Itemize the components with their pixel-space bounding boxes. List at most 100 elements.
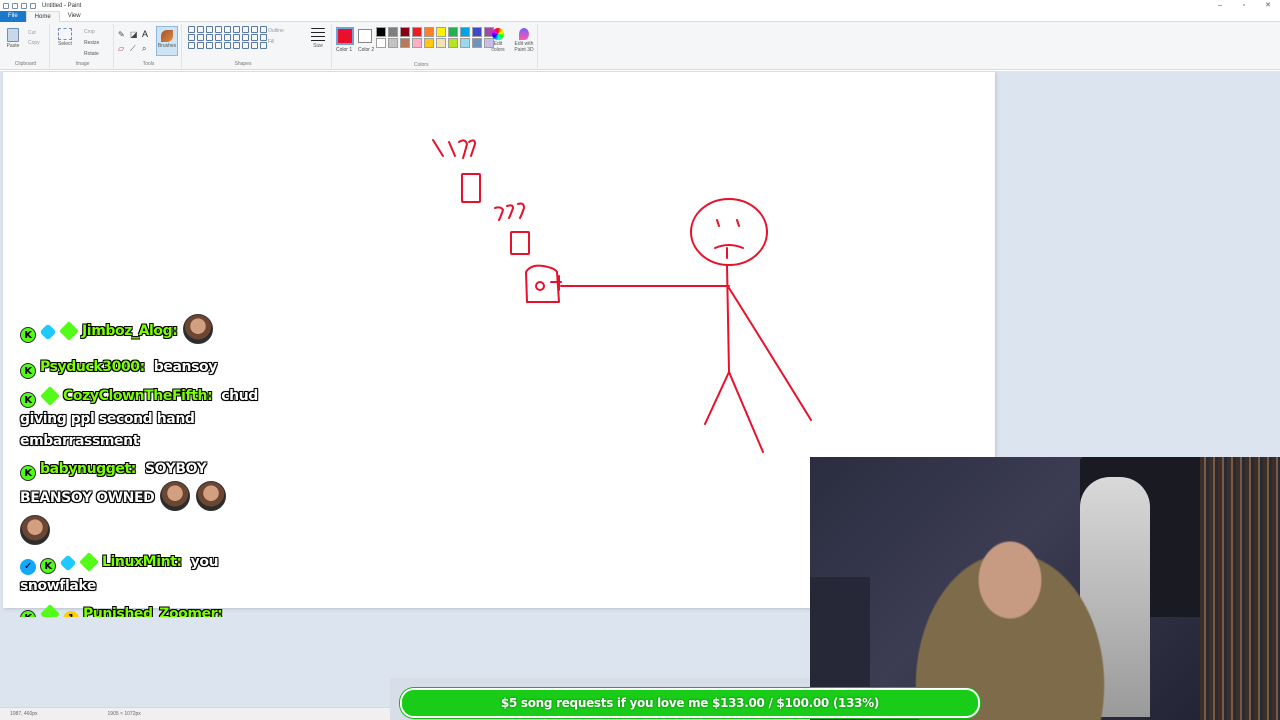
palette-swatch[interactable] xyxy=(448,27,458,37)
edit-colors-label: Edit colors xyxy=(491,41,505,53)
tab-view[interactable]: View xyxy=(60,11,89,22)
phone-lens-detail xyxy=(550,275,562,291)
one-badge-icon: 1 xyxy=(63,611,79,617)
window-title: Untitled - Paint xyxy=(42,2,82,9)
kick-badge-icon: K xyxy=(20,392,36,408)
palette-swatch[interactable] xyxy=(436,38,446,48)
brush-icon xyxy=(161,30,173,42)
resize-button[interactable]: Resize xyxy=(84,40,99,46)
emote-icon xyxy=(183,314,214,344)
diamond-badge-icon xyxy=(79,552,99,572)
chat-username: Jimboz_Alog: xyxy=(82,323,178,339)
maximize-button[interactable]: ▫ xyxy=(1232,0,1256,11)
bookshelf xyxy=(1200,457,1280,720)
title-bar: Untitled - Paint – ▫ ✕ xyxy=(0,0,1280,11)
palette-swatch[interactable] xyxy=(472,27,482,37)
chat-username: Psyduck3000: xyxy=(40,359,145,375)
cursor-position: 1087, 460px xyxy=(10,711,38,717)
palette-swatch[interactable] xyxy=(400,27,410,37)
select-button[interactable]: Select xyxy=(56,28,74,47)
save-icon[interactable] xyxy=(12,2,18,9)
stick-body xyxy=(726,264,730,373)
webcam-feed xyxy=(810,457,1280,720)
color-wheel-icon xyxy=(492,28,504,40)
colors-group-label: Colors xyxy=(414,62,429,68)
clipboard-icon xyxy=(7,28,19,42)
redo-icon[interactable] xyxy=(30,2,36,9)
eraser-icon[interactable]: ▱ xyxy=(118,44,124,53)
rotate-button[interactable]: Rotate xyxy=(84,51,99,57)
outline-dropdown[interactable]: Outline xyxy=(268,28,284,34)
tab-file[interactable]: File xyxy=(0,10,26,22)
palette-swatch[interactable] xyxy=(436,27,446,37)
color-2-swatch[interactable] xyxy=(358,29,372,43)
chat-message: K Psyduck3000: beansoy xyxy=(20,356,280,379)
emote-icon xyxy=(20,515,50,545)
magnifier-icon[interactable]: ⌕ xyxy=(142,44,146,54)
stick-face xyxy=(714,219,744,259)
palette-swatch[interactable] xyxy=(376,38,386,48)
size-label: Size xyxy=(313,43,323,49)
color-palette[interactable] xyxy=(376,27,495,48)
chat-message: K CozyClownTheFifth: chud giving ppl seco… xyxy=(20,385,280,452)
chat-text: beansoy xyxy=(153,359,218,375)
palette-swatch[interactable] xyxy=(388,27,398,37)
palette-swatch[interactable] xyxy=(448,38,458,48)
shapes-gallery[interactable] xyxy=(188,26,267,49)
undo-icon[interactable] xyxy=(21,2,27,9)
select-label: Select xyxy=(58,41,72,47)
palette-swatch[interactable] xyxy=(412,27,422,37)
emote-icon xyxy=(196,481,227,511)
chat-username: babynugget: xyxy=(40,461,136,477)
shapes-group-label: Shapes xyxy=(234,61,252,67)
stream-chat-overlay: K Jimboz_Alog: K Psyduck3000: beansoy K Coz… xyxy=(20,314,280,623)
diamond-badge-icon xyxy=(40,604,60,617)
palette-swatch[interactable] xyxy=(424,38,434,48)
tab-home[interactable]: Home xyxy=(25,10,60,22)
goal-text: $5 song requests if you love me $133.00 … xyxy=(500,696,880,710)
quick-access-toolbar xyxy=(0,2,36,9)
phone-camera xyxy=(535,281,545,291)
chat-message: Kbabynugget: SOYBOY BEANSOY OWNED xyxy=(20,458,280,545)
palette-swatch[interactable] xyxy=(376,27,386,37)
palette-swatch[interactable] xyxy=(472,38,482,48)
tools-group: ✎ ◪ A ▱ ⟋ ⌕ Brushes Tools xyxy=(116,24,182,68)
kick-badge-icon: K xyxy=(20,610,36,617)
palette-swatch[interactable] xyxy=(424,27,434,37)
window-controls: – ▫ ✕ xyxy=(1208,0,1280,11)
kick-badge-icon: K xyxy=(20,363,36,379)
crop-button[interactable]: Crop xyxy=(84,29,95,35)
copy-button[interactable]: Copy xyxy=(28,40,40,46)
paint3d-label: Edit with Paint 3D xyxy=(514,41,534,53)
chat-username: CozyClownTheFifth: xyxy=(63,388,213,404)
image-group-label: Image xyxy=(75,61,90,67)
brushes-button[interactable]: Brushes xyxy=(156,26,178,56)
phone-1 xyxy=(461,173,481,203)
kick-badge-icon: K xyxy=(20,465,36,481)
minimize-button[interactable]: – xyxy=(1208,0,1232,11)
scribble-question-1 xyxy=(432,139,476,159)
palette-swatch[interactable] xyxy=(388,38,398,48)
palette-swatch[interactable] xyxy=(460,27,470,37)
cut-button[interactable]: Cut xyxy=(28,30,36,36)
palette-swatch[interactable] xyxy=(400,38,410,48)
close-button[interactable]: ✕ xyxy=(1256,0,1280,11)
stick-leg-right xyxy=(728,371,764,453)
paste-button[interactable]: Paste xyxy=(4,28,22,49)
phone-2 xyxy=(510,231,530,255)
color-picker-icon[interactable]: ⟋ xyxy=(130,44,136,54)
kick-badge-icon: K xyxy=(20,327,36,343)
palette-swatch[interactable] xyxy=(412,38,422,48)
paint3d-button[interactable]: Edit with Paint 3D xyxy=(510,28,538,53)
ribbon: Paste Cut Copy Clipboard Select Crop Res… xyxy=(0,22,1280,70)
pencil-icon[interactable]: ✎ xyxy=(118,30,125,39)
size-button[interactable]: Size xyxy=(309,28,327,49)
fill-icon[interactable]: ◪ xyxy=(130,30,138,39)
palette-swatch[interactable] xyxy=(460,38,470,48)
color-1-swatch[interactable] xyxy=(336,27,354,45)
text-icon[interactable]: A xyxy=(142,29,148,39)
edit-colors-button[interactable]: Edit colors xyxy=(488,28,508,53)
fill-dropdown[interactable]: Fill xyxy=(268,39,274,45)
paste-label: Paste xyxy=(6,43,20,49)
brushes-label: Brushes xyxy=(157,43,177,49)
